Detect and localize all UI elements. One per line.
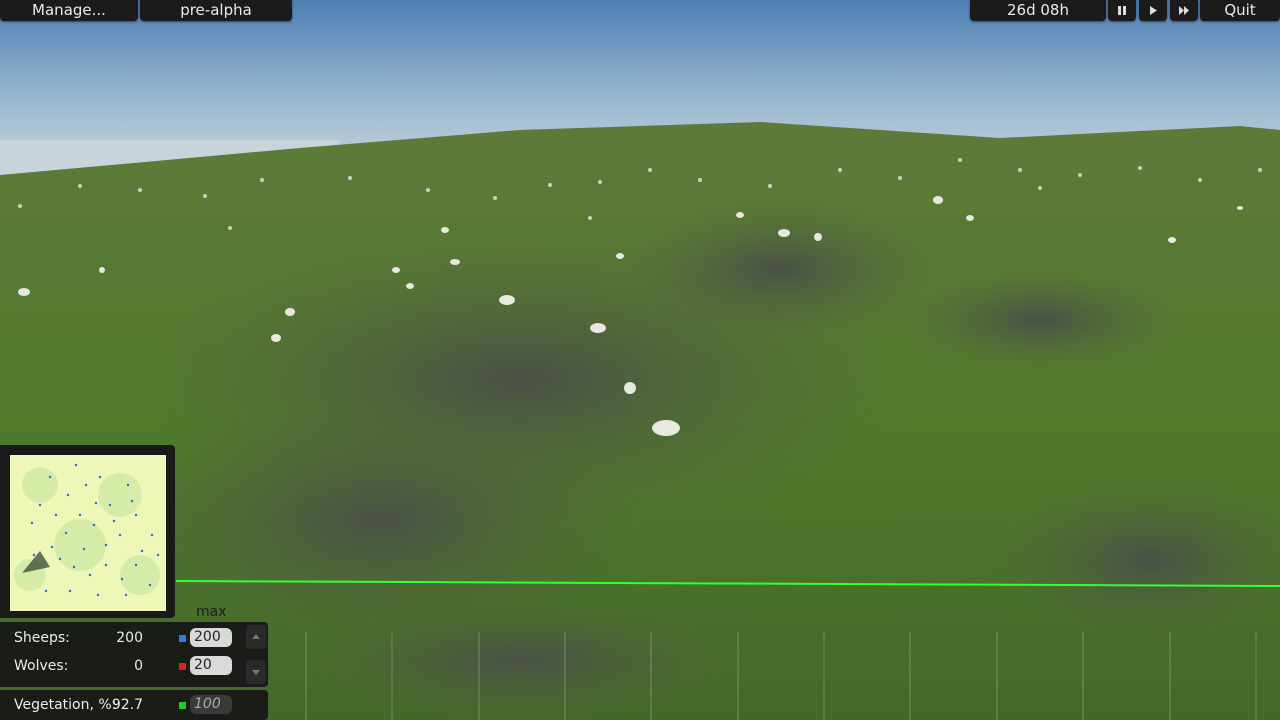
sheep-count: 200 — [116, 630, 143, 646]
terrain-viewport[interactable] — [0, 0, 1280, 720]
vegetation-label: Vegetation, %: — [14, 697, 117, 713]
sheep-max-input[interactable]: 200 — [190, 628, 232, 647]
sim-clock: 26d 08h — [970, 0, 1106, 21]
version-label: pre-alpha — [140, 0, 292, 21]
sheep-label: Sheeps: — [14, 630, 70, 646]
sheep-row: Sheeps: 200 200 — [0, 625, 268, 651]
vegetation-panel: Vegetation, %: 92.7 100 — [0, 690, 268, 720]
wolves-color-swatch — [179, 663, 186, 670]
wolves-row: Wolves: 0 20 — [0, 653, 268, 679]
population-panel: Sheeps: 200 200 Wolves: 0 20 — [0, 622, 268, 687]
vegetation-color-swatch — [179, 702, 186, 709]
play-button[interactable] — [1139, 0, 1167, 21]
wolves-label: Wolves: — [14, 658, 69, 674]
sheep-color-swatch — [179, 635, 186, 642]
max-header: max — [196, 604, 227, 620]
pause-icon — [1118, 6, 1126, 15]
fast-forward-button[interactable] — [1170, 0, 1198, 21]
fast-forward-icon — [1179, 6, 1189, 15]
vegetation-max-input[interactable]: 100 — [190, 695, 232, 714]
wolves-count: 0 — [134, 658, 143, 674]
minimap[interactable] — [10, 455, 166, 611]
wolves-max-input[interactable]: 20 — [190, 656, 232, 675]
vegetation-value: 92.7 — [111, 697, 143, 713]
play-icon — [1150, 6, 1157, 15]
scroll-down-button[interactable] — [246, 660, 266, 684]
chevron-down-icon — [252, 670, 260, 675]
chevron-up-icon — [252, 634, 260, 639]
quit-button[interactable]: Quit — [1200, 0, 1280, 21]
vegetation-row: Vegetation, %: 92.7 100 — [0, 692, 268, 718]
manage-button[interactable]: Manage... — [0, 0, 138, 21]
scroll-up-button[interactable] — [246, 625, 266, 649]
pause-button[interactable] — [1108, 0, 1136, 21]
